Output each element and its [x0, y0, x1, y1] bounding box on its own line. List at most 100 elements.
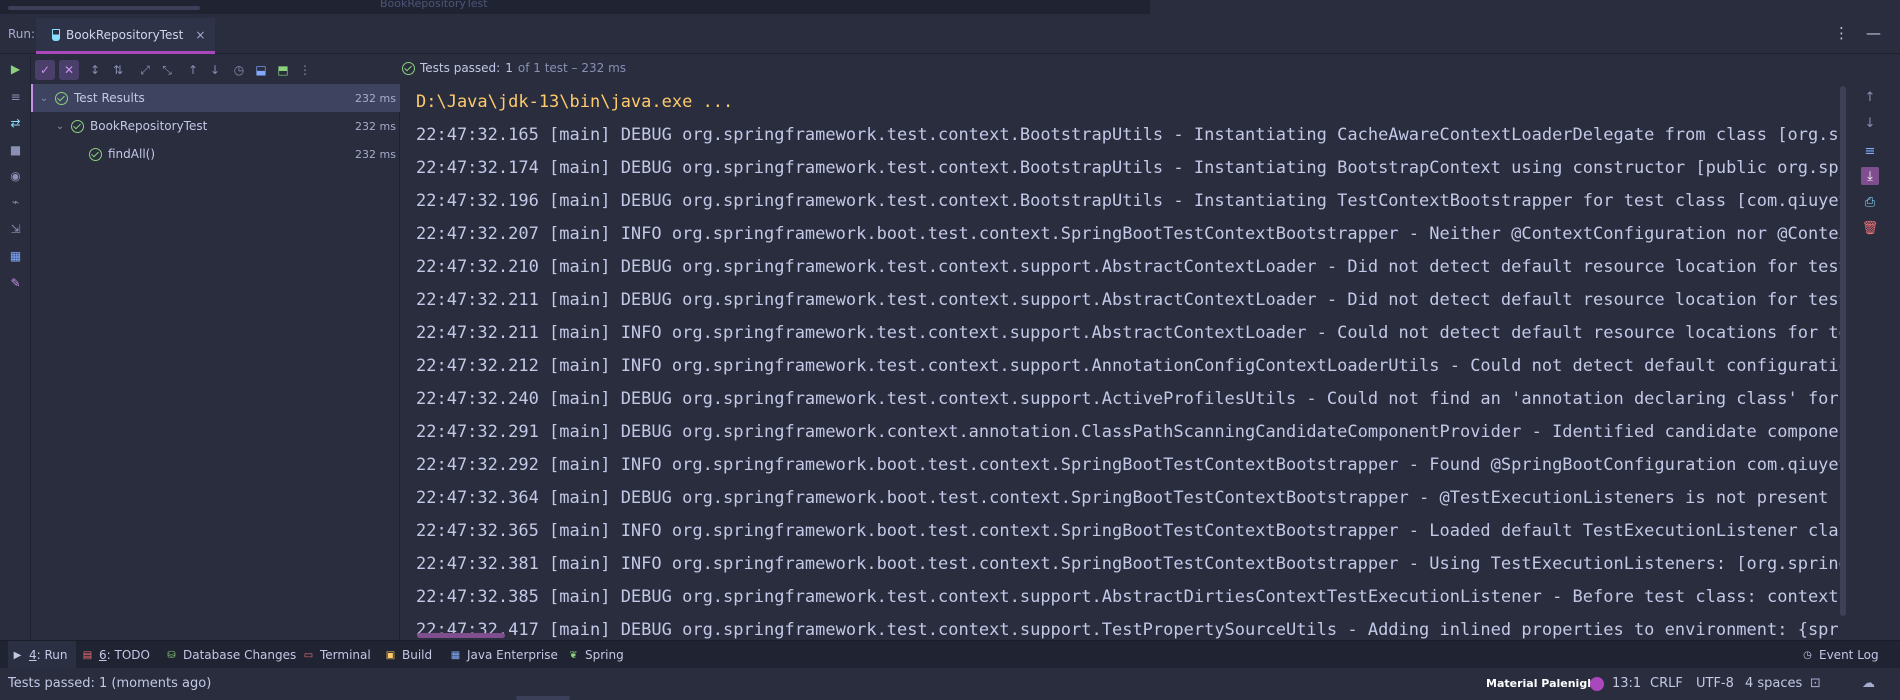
expand-all-icon[interactable]: ⤢ [135, 60, 155, 80]
tool-window-run-label: : Run [36, 648, 68, 662]
rerun-icon[interactable]: ▶ [7, 60, 24, 77]
trash-icon[interactable]: 🗑 [1861, 219, 1879, 237]
close-icon[interactable]: × [195, 28, 205, 42]
top-scrollbar[interactable] [8, 6, 200, 10]
console-right-toolbar: ↑ ↓ ≡ ⤓ ⎙ 🗑 [1851, 84, 1900, 640]
tool-window-bar: ▶ 4: Run ▤ 6: TODO ⛁ Database Changes ▭ … [0, 640, 1900, 669]
java-enterprise-icon: ▦ [450, 649, 461, 661]
more-options-icon[interactable]: ⋮ [1834, 24, 1849, 42]
console-line: 22:47:32.417 [main] DEBUG org.springfram… [416, 620, 1841, 640]
indent-setting[interactable]: 4 spaces [1745, 676, 1802, 691]
next-failed-icon[interactable]: ↓ [205, 60, 225, 80]
toggle-autotest-icon[interactable]: ⇄ [7, 114, 24, 131]
tool-window-database-changes[interactable]: ⛁ Database Changes [166, 641, 296, 669]
status-bar: Tests passed: 1 (moments ago) Material P… [0, 668, 1900, 700]
console-line: 22:47:32.292 [main] INFO org.springframe… [416, 455, 1841, 475]
chevron-down-icon[interactable]: ⌄ [55, 121, 65, 132]
show-ignored-icon[interactable]: ✕ [59, 60, 79, 80]
sort-alpha-icon[interactable]: ↕ [85, 60, 105, 80]
run-tab-label: BookRepositoryTest [66, 27, 184, 42]
previous-failed-icon[interactable]: ↑ [183, 60, 203, 80]
import-tests-icon[interactable]: ⬓ [251, 60, 271, 80]
scroll-up-icon[interactable]: ↑ [1861, 88, 1879, 106]
rerun-failed-icon[interactable]: ≡ [7, 88, 24, 105]
show-passed-icon[interactable]: ✓ [35, 60, 55, 80]
top-strip: BookRepositoryTest [0, 0, 1900, 14]
tree-node-test-results[interactable]: ⌄ Test Results 232 ms [31, 84, 400, 112]
console-line: 22:47:32.196 [main] DEBUG org.springfram… [416, 191, 1841, 211]
tool-window-todo[interactable]: ▤ 6: TODO [82, 641, 150, 669]
console-scroll-thumb[interactable] [1840, 86, 1846, 616]
soft-wrap-icon[interactable]: ≡ [1861, 142, 1879, 160]
check-circle-icon [71, 119, 84, 133]
pin-icon[interactable]: ✎ [7, 274, 24, 291]
top-strip-right [1150, 0, 1900, 14]
chevron-down-icon[interactable]: ⌄ [39, 93, 49, 104]
status-scroll-indicator [516, 696, 570, 700]
console-horizontal-scrollbar[interactable] [417, 633, 505, 638]
tree-node-bookrepositorytest[interactable]: ⌄ BookRepositoryTest 232 ms [31, 112, 400, 140]
plug-icon[interactable]: ⌁ [7, 193, 24, 210]
test-history-icon[interactable]: ◷ [229, 60, 249, 80]
line-ending[interactable]: CRLF [1650, 676, 1683, 691]
console-output[interactable]: D:\Java\jdk-13\bin\java.exe ... 22:47:32… [401, 84, 1841, 640]
console-vertical-scrollbar[interactable] [1840, 86, 1846, 638]
tree-node-label: Test Results [74, 91, 145, 105]
tool-window-todo-label: : TODO [106, 648, 150, 662]
theme-color-dot [1590, 677, 1604, 691]
tool-window-todo-prefix: 6 [99, 648, 107, 662]
console-line: 22:47:32.211 [main] DEBUG org.springfram… [416, 290, 1841, 310]
collapse-all-icon[interactable]: ⤡ [157, 60, 177, 80]
tool-window-label: Terminal [320, 648, 371, 662]
scroll-down-icon[interactable]: ↓ [1861, 114, 1879, 132]
caret-position[interactable]: 13:1 [1612, 676, 1641, 691]
status-message[interactable]: Tests passed: 1 (moments ago) [8, 676, 211, 691]
console-line: 22:47:32.385 [main] DEBUG org.springfram… [416, 587, 1841, 607]
run-tab-bookrepositorytest[interactable]: BookRepositoryTest × [36, 18, 216, 54]
tool-window-run[interactable]: ▶ 4: Run [8, 641, 76, 669]
tool-window-spring[interactable]: ❦ Spring [568, 641, 624, 669]
tree-node-label: BookRepositoryTest [90, 119, 208, 133]
console-line: 22:47:32.212 [main] INFO org.springframe… [416, 356, 1841, 376]
test-results-tree: ⌄ Test Results 232 ms ⌄ BookRepositoryTe… [31, 84, 400, 640]
event-log-icon: ◷ [1803, 649, 1812, 661]
print-icon[interactable]: ⎙ [1861, 193, 1879, 211]
check-circle-icon [89, 147, 102, 161]
spring-icon: ❦ [569, 649, 578, 661]
console-line: 22:47:32.165 [main] DEBUG org.springfram… [416, 125, 1841, 145]
sort-duration-icon[interactable]: ⇅ [108, 60, 128, 80]
tool-window-terminal[interactable]: ▭ Terminal [303, 641, 371, 669]
tool-window-label: Database Changes [183, 648, 297, 662]
theme-name[interactable]: Material Palenight [1486, 677, 1600, 690]
tool-window-build[interactable]: ▣ Build [385, 641, 432, 669]
console-line: 22:47:32.210 [main] DEBUG org.springfram… [416, 257, 1841, 277]
check-circle-icon [55, 91, 68, 105]
tool-window-run-prefix: 4 [29, 648, 37, 662]
run-window-header: Run: BookRepositoryTest × ⋮ — [0, 14, 1900, 54]
database-icon: ⛁ [167, 649, 176, 661]
tool-window-label: Spring [585, 648, 624, 662]
test-toolbar: ✓ ✕ ↕ ⇅ ⤢ ⤡ ↑ ↓ ◷ ⬓ ⬒ ⋮ [31, 55, 400, 84]
export-results-icon[interactable]: ⬒ [273, 60, 293, 80]
tree-node-findall[interactable]: findAll() 232 ms [31, 140, 400, 168]
notifications-icon[interactable]: ☁ [1862, 676, 1875, 691]
exit-icon[interactable]: ⇲ [7, 220, 24, 237]
console-line: 22:47:32.211 [main] INFO org.springframe… [416, 323, 1841, 343]
layout-icon[interactable]: ▦ [7, 247, 24, 264]
camera-icon[interactable]: ◉ [7, 167, 24, 184]
console-command-line: D:\Java\jdk-13\bin\java.exe ... [416, 92, 734, 112]
console-line: 22:47:32.381 [main] INFO org.springframe… [416, 554, 1841, 574]
tool-window-java-enterprise[interactable]: ▦ Java Enterprise [450, 641, 558, 669]
stop-icon[interactable]: ■ [7, 141, 24, 158]
tree-node-time: 232 ms [355, 147, 396, 161]
check-circle-icon [402, 61, 415, 75]
more-icon[interactable]: ⋮ [295, 60, 315, 80]
file-encoding[interactable]: UTF-8 [1696, 676, 1734, 691]
tree-node-label: findAll() [108, 147, 156, 161]
minimize-icon[interactable]: — [1866, 24, 1881, 42]
scroll-to-end-icon[interactable]: ⤓ [1861, 167, 1879, 185]
flask-icon [52, 28, 60, 41]
tool-window-event-log[interactable]: ◷ Event Log [1802, 641, 1879, 669]
lock-icon[interactable]: ⊡ [1810, 676, 1821, 691]
console-line: 22:47:32.207 [main] INFO org.springframe… [416, 224, 1841, 244]
